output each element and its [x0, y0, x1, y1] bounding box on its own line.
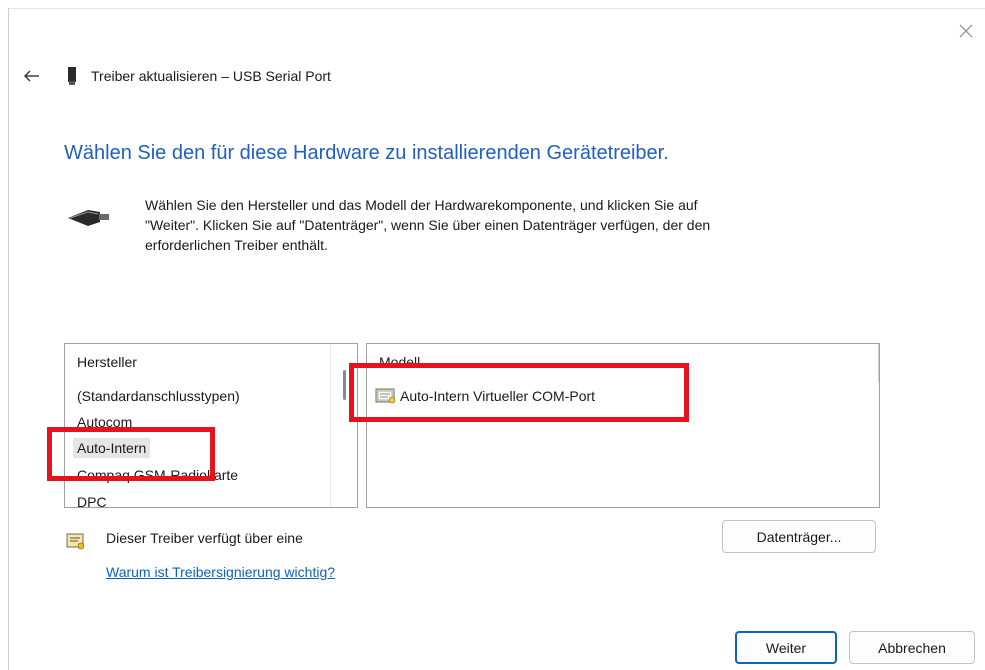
highlight-box-hersteller [47, 427, 215, 481]
signature-text: Dieser Treiber verfügt über eine [106, 530, 303, 546]
hersteller-list[interactable]: Hersteller (Standardanschlusstypen) Auto… [64, 343, 358, 508]
back-button[interactable] [20, 64, 44, 88]
driver-signature-icon [66, 533, 85, 550]
window-frame-left [8, 8, 9, 670]
instructions-text: Wählen Sie den Hersteller und das Modell… [145, 197, 711, 253]
highlight-box-modell [349, 363, 689, 422]
datentraeger-button[interactable]: Datenträger... [722, 520, 876, 553]
window-frame-top [8, 8, 985, 9]
usb-device-icon [68, 67, 76, 85]
weiter-button[interactable]: Weiter [735, 631, 837, 664]
signature-info-link[interactable]: Warum ist Treibersignierung wichtig? [106, 564, 335, 580]
close-button[interactable] [955, 20, 977, 42]
page-heading: Wählen Sie den für diese Hardware zu ins… [64, 142, 669, 164]
hersteller-list-header: Hersteller [77, 354, 137, 370]
abbrechen-button[interactable]: Abbrechen [849, 631, 975, 664]
back-arrow-icon [24, 70, 39, 82]
modell-scrollbar[interactable] [878, 344, 879, 382]
hardware-connector-icon [68, 210, 109, 226]
close-icon [959, 24, 973, 38]
list-item[interactable]: DPC [77, 492, 107, 507]
scrollbar-thumb[interactable] [343, 370, 346, 400]
list-item[interactable]: (Standardanschlusstypen) [77, 386, 240, 406]
window-title: Treiber aktualisieren – USB Serial Port [91, 68, 331, 84]
